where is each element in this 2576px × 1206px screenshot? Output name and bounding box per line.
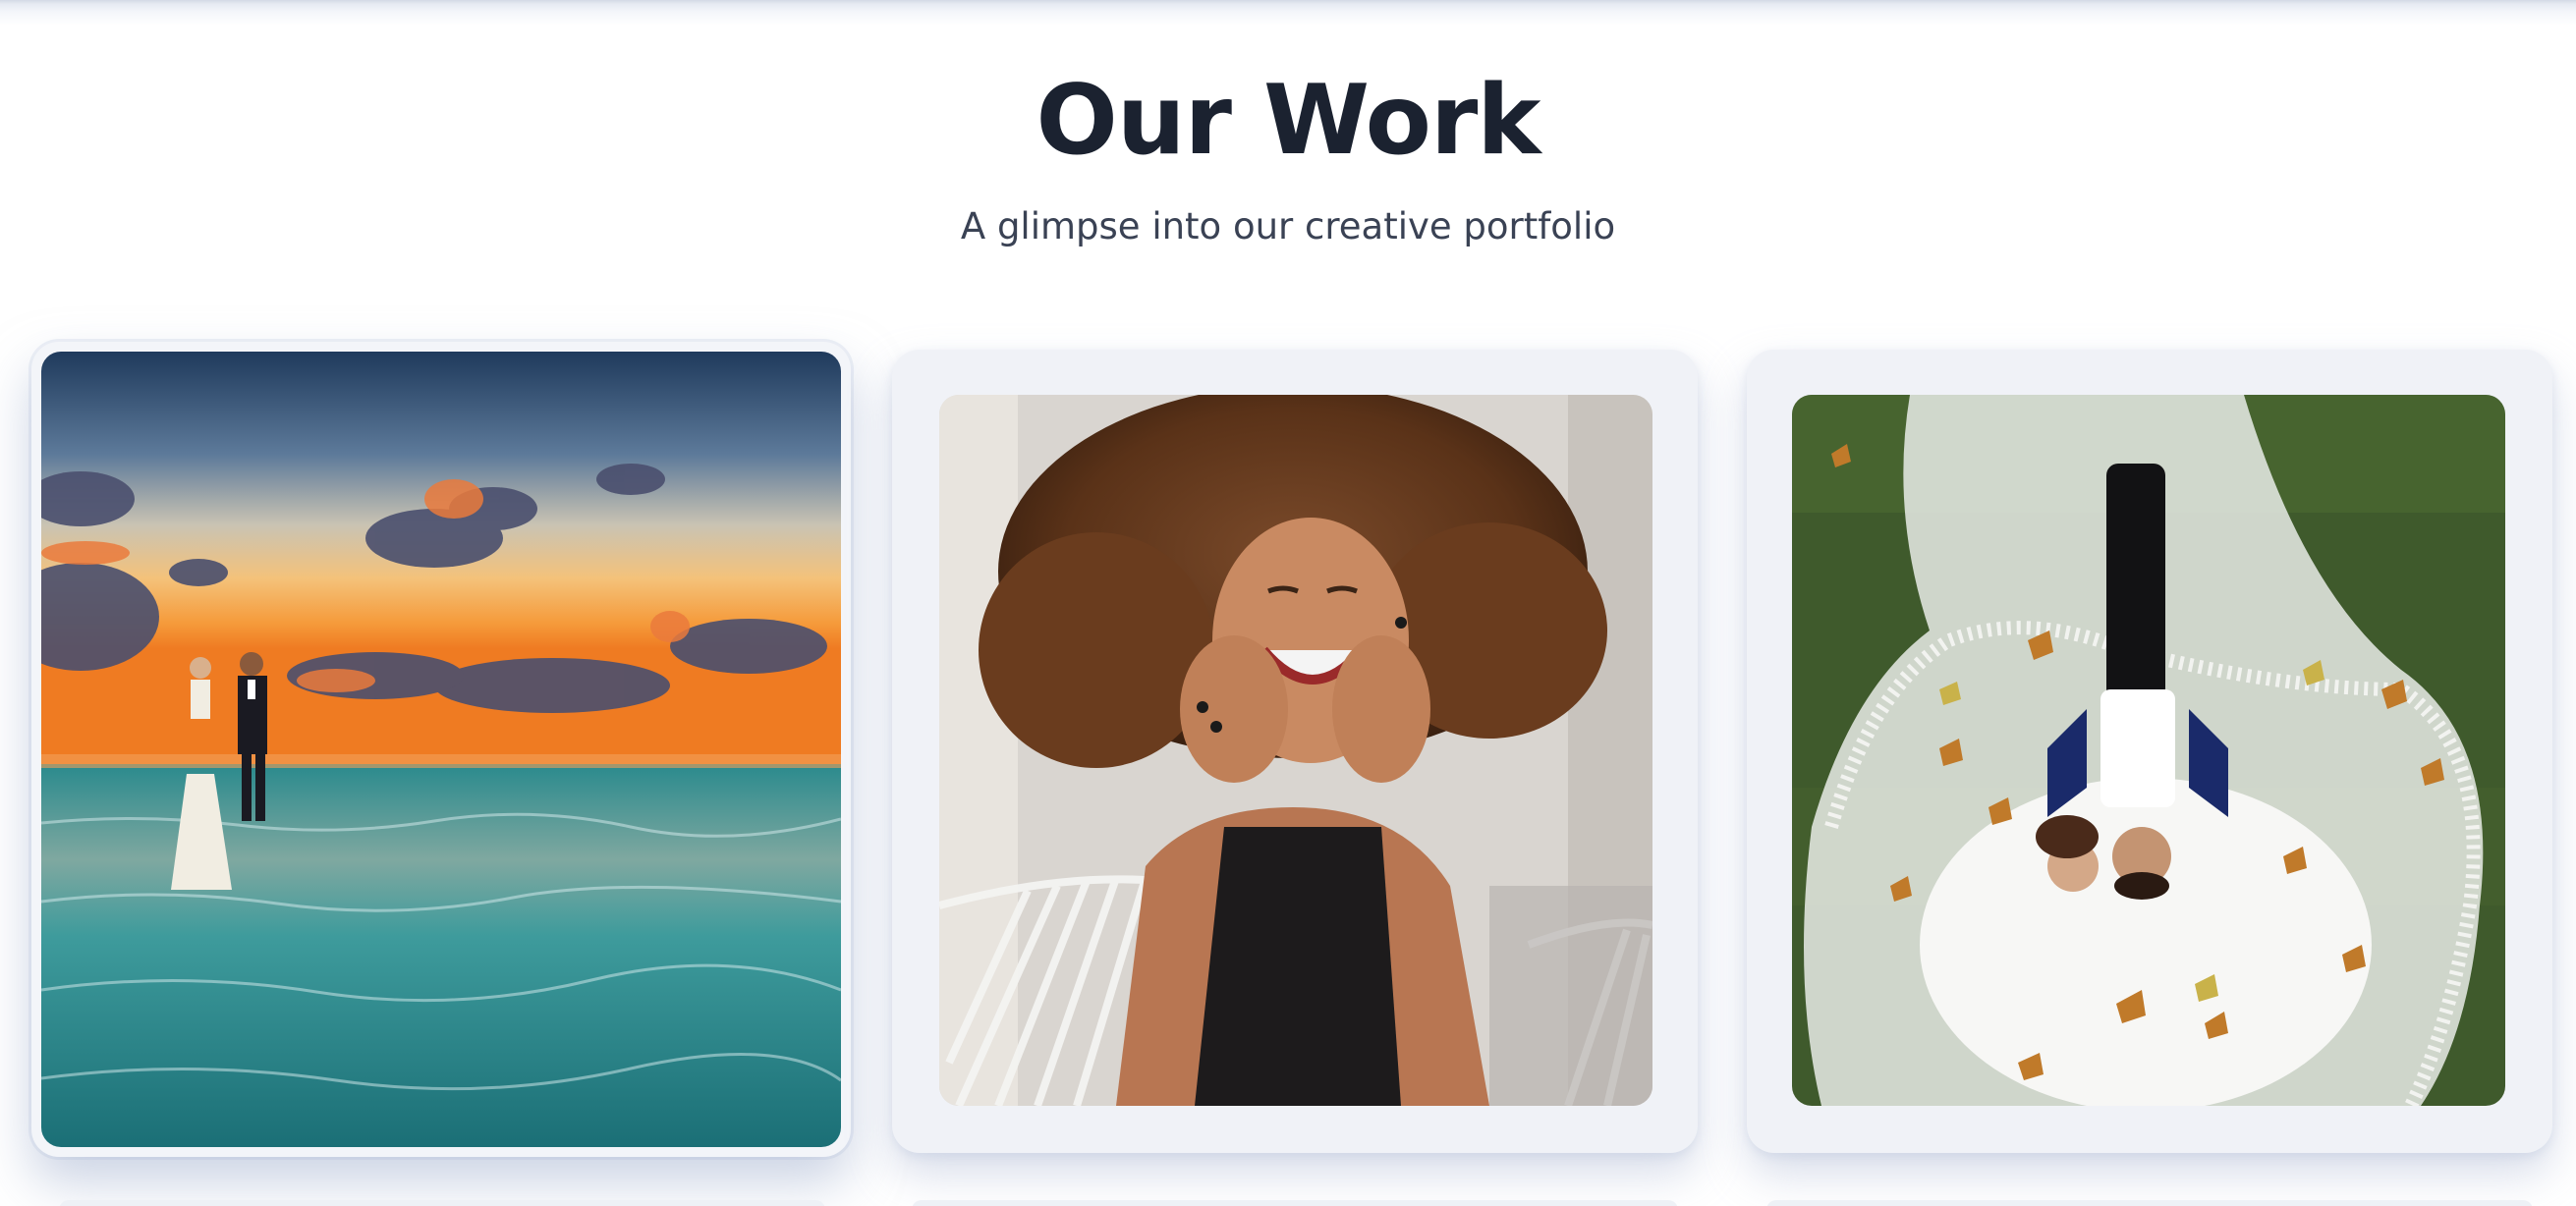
portfolio-page: Our Work A glimpse into our creative por… [0, 0, 2576, 1206]
couple-beach-sunset-image [41, 352, 841, 1147]
portfolio-grid [0, 0, 2576, 1206]
portfolio-card[interactable] [31, 342, 851, 1157]
bride-groom-autumn-image [1792, 395, 2505, 1106]
portfolio-card[interactable] [1747, 350, 2552, 1153]
portfolio-card[interactable] [892, 350, 1698, 1153]
next-row-card-edge [912, 1200, 1678, 1206]
next-row-card-edge [59, 1200, 825, 1206]
next-row-card-edge [1766, 1200, 2533, 1206]
smiling-woman-image [939, 395, 1652, 1106]
